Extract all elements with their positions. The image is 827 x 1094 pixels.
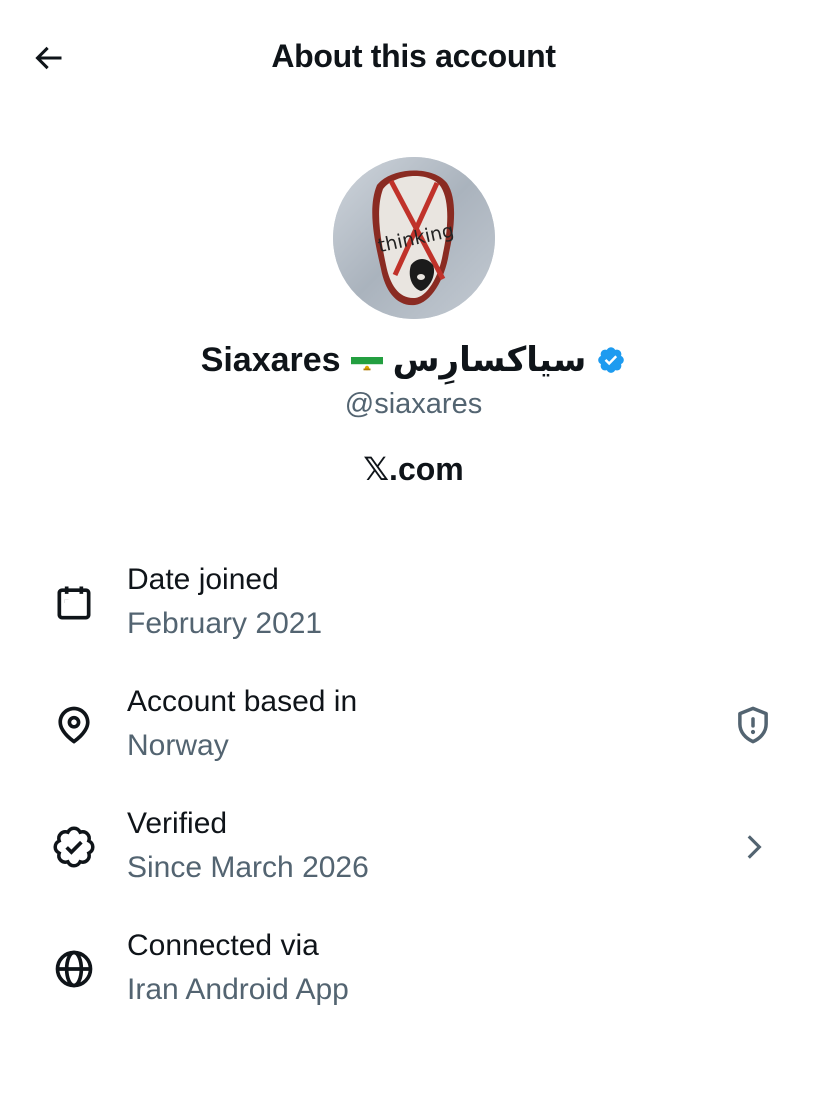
detail-row-account-based-in: Account based in Norway <box>0 677 827 799</box>
calendar-icon <box>50 579 98 627</box>
username-handle: @siaxares <box>344 388 483 420</box>
domain-label: 𝕏 .com <box>0 450 827 488</box>
detail-row-connected-via: Connected via Iran Android App <box>0 921 827 1043</box>
account-details-list: Date joined February 2021 Account based … <box>0 555 827 1043</box>
display-name-persian: سیاکسارِس <box>392 340 587 380</box>
x-logo-icon: 𝕏 <box>363 450 390 488</box>
detail-label: Account based in <box>127 685 358 718</box>
detail-value: Norway <box>127 729 229 762</box>
avatar[interactable]: thinking <box>333 157 495 319</box>
detail-label: Verified <box>127 807 228 840</box>
page-title: About this account <box>271 38 556 74</box>
verified-badge-icon[interactable] <box>596 345 626 375</box>
detail-row-verified[interactable]: Verified Since March 2026 <box>0 799 827 921</box>
verified-outline-icon <box>50 823 98 871</box>
globe-icon <box>50 945 98 993</box>
detail-value: Iran Android App <box>127 973 349 1006</box>
detail-label: Date joined <box>127 563 279 596</box>
iran-lion-and-sun-flag-icon <box>350 349 383 371</box>
display-name: Siaxares <box>200 340 341 379</box>
domain-suffix: .com <box>389 450 464 487</box>
detail-value: Since March 2026 <box>127 851 369 884</box>
shield-alert-icon[interactable] <box>729 701 777 749</box>
detail-row-date-joined: Date joined February 2021 <box>0 555 827 677</box>
avatar-image: thinking <box>333 157 495 319</box>
location-pin-icon <box>50 701 98 749</box>
detail-label: Connected via <box>127 929 319 962</box>
detail-value: February 2021 <box>127 607 323 640</box>
top-bar: About this account <box>0 0 827 116</box>
chevron-right-icon[interactable] <box>729 823 777 871</box>
display-name-row: Siaxares سیاکسارِس <box>0 340 827 380</box>
